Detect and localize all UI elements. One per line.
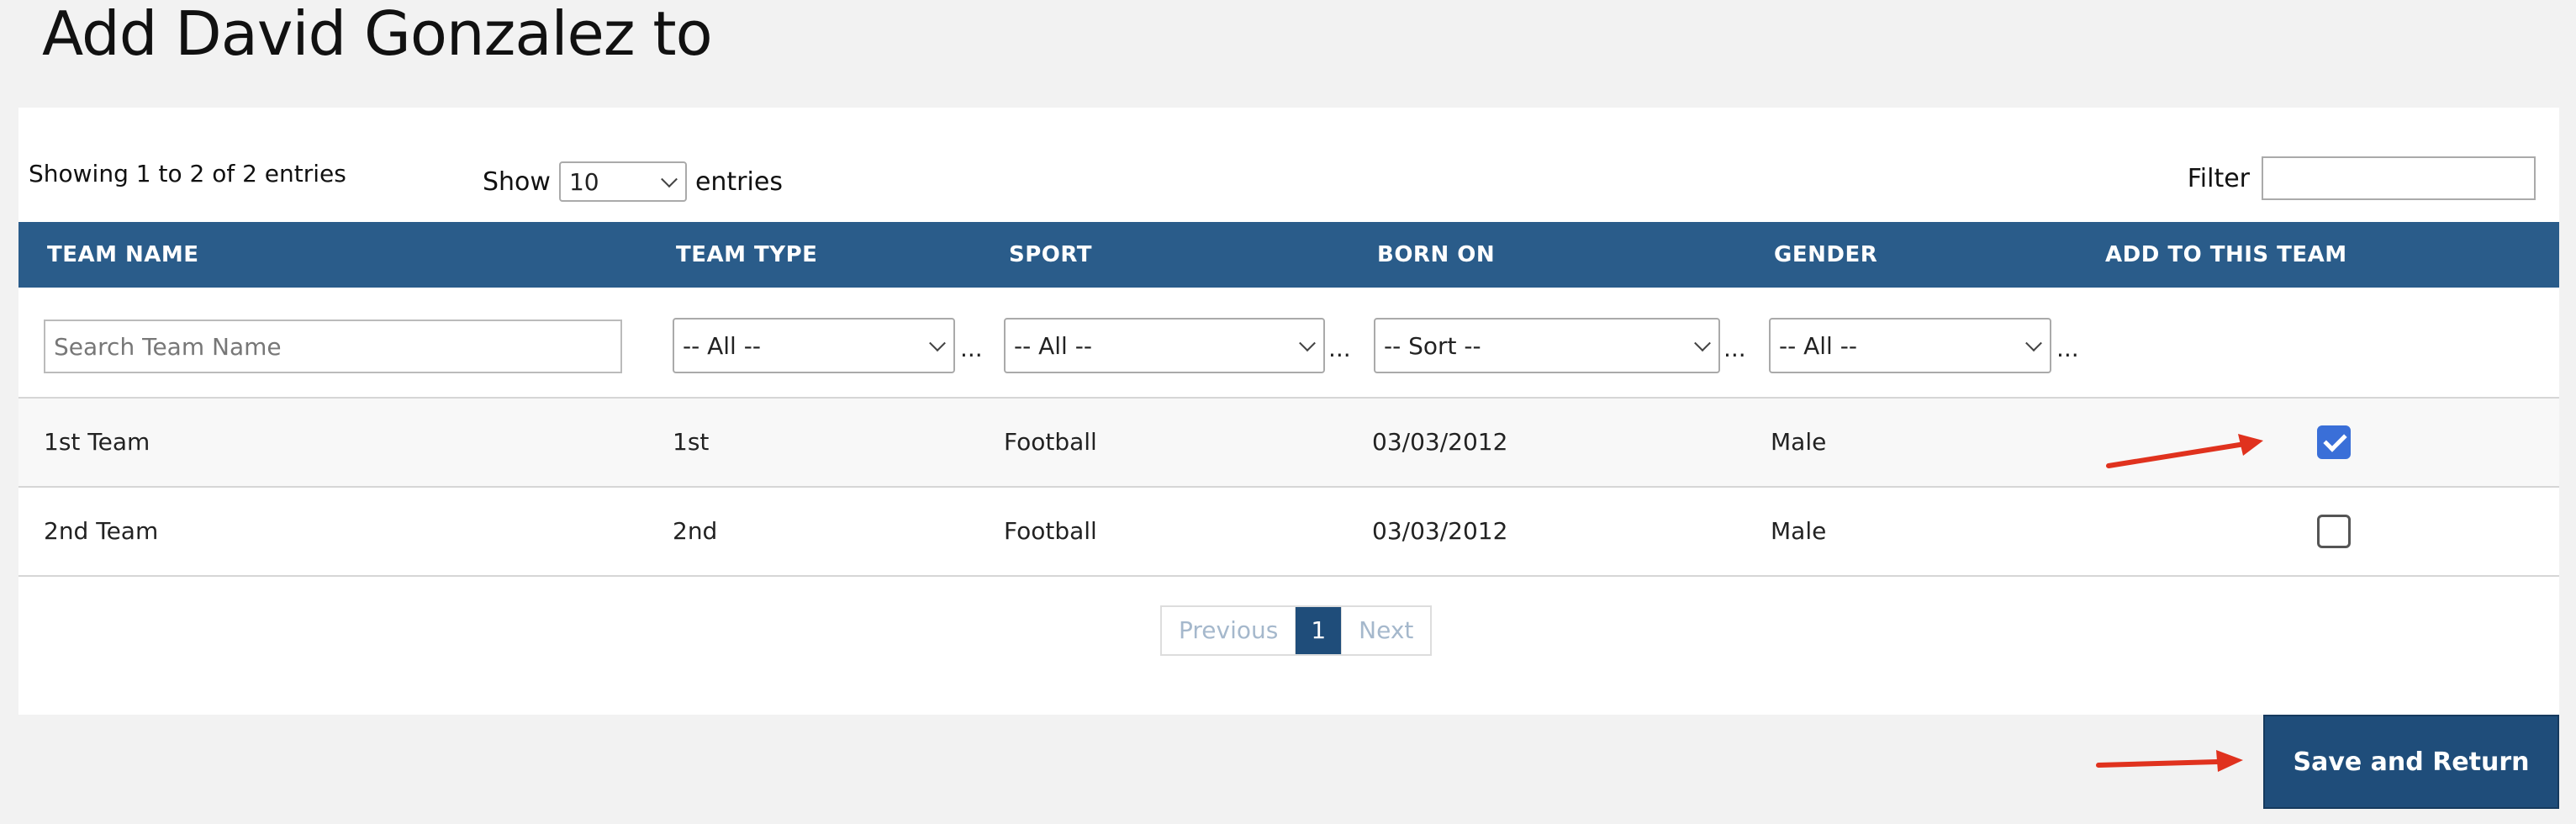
cell-born-on: 03/03/2012 <box>1372 428 1508 456</box>
cell-born-on: 03/03/2012 <box>1372 517 1508 545</box>
show-label: Show <box>483 166 551 197</box>
pagination-previous[interactable]: Previous <box>1162 607 1296 654</box>
cell-sport: Football <box>1004 428 1097 456</box>
pagination: Previous 1 Next <box>1160 605 1433 656</box>
cell-team-name: 2nd Team <box>44 517 159 545</box>
cell-team-type: 1st <box>673 428 710 456</box>
column-header-team-name[interactable]: TEAM NAME <box>47 222 199 288</box>
filter-control: Filter <box>2188 156 2536 200</box>
born-on-sort-value: -- Sort -- <box>1384 331 1481 360</box>
column-header-add-to-team: ADD TO THIS TEAM <box>2105 242 2347 267</box>
teams-table-panel: Showing 1 to 2 of 2 entries Show 10 entr… <box>18 108 2559 715</box>
team-type-filter-select[interactable]: -- All -- <box>673 318 955 373</box>
cell-sport: Football <box>1004 517 1097 545</box>
chevron-down-icon <box>2025 335 2042 352</box>
sport-filter-more[interactable]: ... <box>1328 335 1351 362</box>
born-on-sort-more[interactable]: ... <box>1723 335 1746 362</box>
gender-filter-more[interactable]: ... <box>2056 335 2079 362</box>
column-filter-row: Search Team Name -- All -- ... -- All --… <box>18 288 2559 399</box>
pagination-page-current[interactable]: 1 <box>1296 607 1342 654</box>
table-header: TEAM NAME TEAM TYPE SPORT BORN ON GENDER… <box>18 222 2559 288</box>
filter-label: Filter <box>2187 163 2250 193</box>
born-on-sort-select[interactable]: -- Sort -- <box>1374 318 1720 373</box>
annotation-arrow-icon <box>2106 434 2263 468</box>
table-row: 2nd Team 2nd Football 03/03/2012 Male <box>18 488 2559 577</box>
add-to-team-checkbox[interactable] <box>2317 515 2351 548</box>
gender-filter-select[interactable]: -- All -- <box>1769 318 2051 373</box>
entries-label: entries <box>694 166 783 197</box>
column-header-sport[interactable]: SPORT <box>1009 222 1092 288</box>
page-length-control: Show 10 entries <box>483 161 783 202</box>
sport-filter-select[interactable]: -- All -- <box>1004 318 1325 373</box>
save-and-return-button[interactable]: Save and Return <box>2263 715 2559 809</box>
annotation-arrow-icon <box>2096 750 2243 772</box>
add-to-team-checkbox[interactable] <box>2317 425 2351 459</box>
cell-gender: Male <box>1771 428 1827 456</box>
cell-gender: Male <box>1771 517 1827 545</box>
column-header-born-on[interactable]: BORN ON <box>1377 222 1495 288</box>
cell-team-name: 1st Team <box>44 428 150 456</box>
pagination-next[interactable]: Next <box>1341 607 1431 654</box>
team-name-search-input[interactable]: Search Team Name <box>44 320 622 373</box>
page-length-value: 10 <box>568 167 599 196</box>
column-header-team-type[interactable]: TEAM TYPE <box>676 222 817 288</box>
team-type-filter-value: -- All -- <box>683 331 761 360</box>
chevron-down-icon <box>929 335 946 352</box>
page-length-select[interactable]: 10 <box>558 161 687 202</box>
cell-team-type: 2nd <box>673 517 718 545</box>
table-info: Showing 1 to 2 of 2 entries <box>29 160 346 188</box>
team-type-filter-more[interactable]: ... <box>960 335 983 362</box>
chevron-down-icon <box>1299 335 1316 352</box>
chevron-down-icon <box>1694 335 1711 352</box>
chevron-down-icon <box>661 171 678 188</box>
column-header-gender[interactable]: GENDER <box>1774 222 1877 288</box>
gender-filter-value: -- All -- <box>1779 331 1857 360</box>
sport-filter-value: -- All -- <box>1014 331 1092 360</box>
filter-input[interactable] <box>2262 156 2536 200</box>
page-title: Add David Gonzalez to <box>42 0 713 69</box>
